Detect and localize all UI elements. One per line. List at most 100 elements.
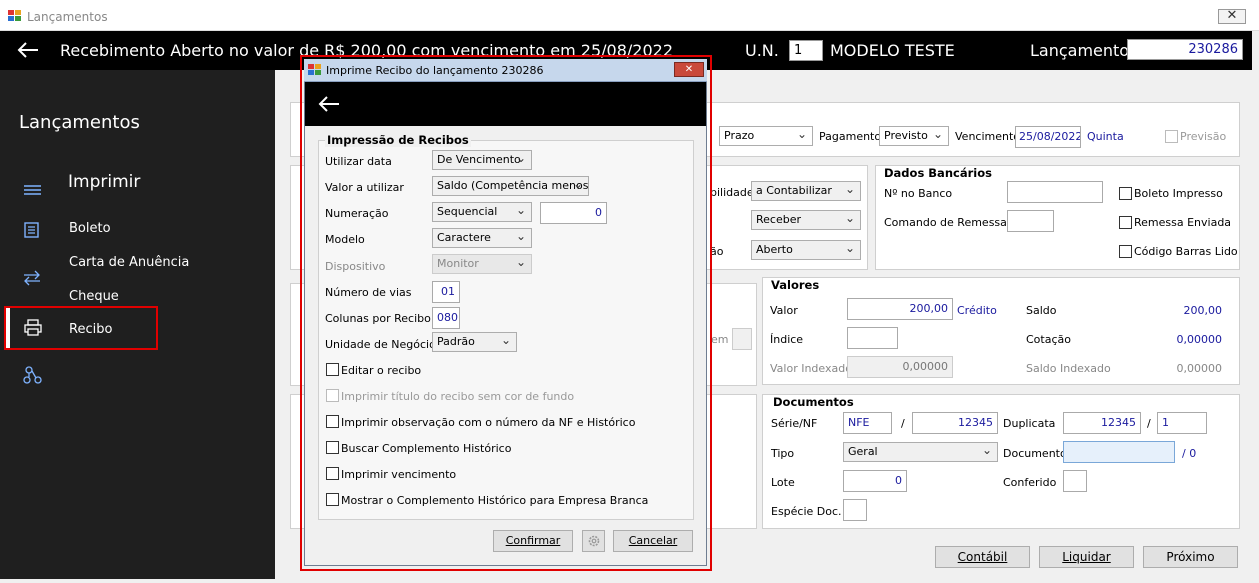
sidebar-item-label: Carta de Anuência: [69, 255, 190, 270]
saldo-label: Saldo: [1026, 304, 1057, 317]
dialog-close-button[interactable]: ✕: [674, 62, 704, 77]
window-titlebar: Lançamentos ✕: [0, 0, 1259, 31]
hamburger-icon[interactable]: [23, 183, 43, 197]
modelo-select[interactable]: Caractere: [432, 228, 532, 248]
contabilizar-select[interactable]: a Contabilizar: [751, 181, 861, 201]
previsao-checkbox[interactable]: [1165, 130, 1178, 143]
no-banco-input[interactable]: [1007, 181, 1103, 203]
sidebar-title: Lançamentos: [19, 112, 140, 133]
saldo-indexado-label: Saldo Indexado: [1026, 362, 1111, 375]
proximo-label: Próximo: [1166, 550, 1215, 564]
active-indicator: [6, 308, 10, 348]
lote-input[interactable]: 0: [843, 470, 907, 492]
documento-input[interactable]: [1063, 441, 1175, 463]
sidebar-item-cheque[interactable]: Cheque: [0, 284, 275, 308]
dialog-title: Imprime Recibo do lançamento 230286: [326, 64, 544, 77]
sidebar-item-label: Boleto: [69, 221, 111, 236]
comando-input[interactable]: [1007, 210, 1054, 232]
imprimir-vencimento-label: Imprimir vencimento: [341, 468, 457, 481]
contabilidade-label: bilidade: [710, 186, 754, 199]
frag-label: em: [711, 333, 729, 346]
colunas-input[interactable]: 080: [432, 307, 460, 329]
liquidar-button[interactable]: Liquidar: [1039, 546, 1134, 568]
boleto-impresso-checkbox[interactable]: [1119, 187, 1132, 200]
comando-label: Comando de Remessa: [884, 216, 1007, 229]
settings-button[interactable]: [582, 530, 605, 552]
window-title: Lançamentos: [27, 10, 108, 24]
vencimento-input[interactable]: 25/08/2022: [1015, 126, 1081, 148]
sidebar-item-boleto[interactable]: Boleto: [0, 216, 275, 240]
serie-input[interactable]: NFE: [843, 412, 892, 434]
sidebar-item-label: Cheque: [69, 289, 119, 304]
unidade-select[interactable]: Padrão: [432, 332, 517, 352]
frag-input[interactable]: [732, 328, 752, 350]
confirmar-button[interactable]: Confirmar: [493, 530, 573, 552]
printer-icon: [24, 319, 42, 336]
vias-input[interactable]: 01: [432, 281, 460, 303]
sidebar-item-label: Recibo: [69, 322, 113, 337]
pagamento-label: Pagamento: [819, 130, 882, 143]
tipo-select[interactable]: Geral: [843, 442, 998, 462]
valores-title: Valores: [771, 278, 820, 292]
serie-slash: /: [901, 417, 905, 430]
un-input[interactable]: 1: [789, 40, 823, 61]
numeracao-input[interactable]: 0: [540, 202, 607, 224]
valor-input[interactable]: 200,00: [847, 298, 953, 320]
proximo-button[interactable]: Próximo: [1143, 546, 1238, 568]
complemento-empresa-branca-label: Mostrar o Complemento Histórico para Emp…: [341, 494, 649, 507]
receber-select[interactable]: Receber: [751, 210, 861, 230]
aberto-select[interactable]: Aberto: [751, 240, 861, 260]
lote-label: Lote: [771, 476, 795, 489]
cotacao-value: 0,00000: [1176, 333, 1223, 346]
dialog-header: [305, 82, 706, 126]
gear-icon: [588, 535, 600, 547]
back-arrow-icon[interactable]: [17, 41, 39, 59]
complemento-empresa-branca-checkbox[interactable]: [326, 493, 339, 506]
numeracao-select[interactable]: Sequencial: [432, 202, 532, 222]
conferido-label: Conferido: [1003, 476, 1057, 489]
duplicata-label: Duplicata: [1003, 417, 1056, 430]
indice-input[interactable]: [847, 327, 898, 349]
observacao-nf-checkbox[interactable]: [326, 415, 339, 428]
numeracao-label: Numeração: [325, 207, 389, 220]
documento-label: Documento: [1003, 447, 1067, 460]
cancelar-button[interactable]: Cancelar: [613, 530, 693, 552]
valor-utilizar-label: Valor a utilizar: [325, 181, 404, 194]
prazo-select[interactable]: Prazo: [719, 126, 813, 146]
especie-input[interactable]: [843, 499, 867, 521]
dispositivo-select: Monitor: [432, 254, 532, 274]
remessa-enviada-checkbox[interactable]: [1119, 216, 1132, 229]
lancamento-input[interactable]: 230286: [1127, 39, 1243, 60]
duplicata-input[interactable]: 12345: [1063, 412, 1141, 434]
tipo-label: Tipo: [771, 447, 795, 460]
liquidar-label: Liquidar: [1062, 550, 1111, 564]
vencimento-day: Quinta: [1087, 130, 1124, 143]
remessa-enviada-label: Remessa Enviada: [1134, 216, 1232, 229]
parcela-input[interactable]: 1: [1157, 412, 1207, 434]
app-icon: [308, 64, 321, 75]
sidebar-item-recibo[interactable]: Recibo: [4, 306, 158, 350]
codigo-barras-checkbox[interactable]: [1119, 245, 1132, 258]
impressao-group-title: Impressão de Recibos: [325, 133, 471, 147]
back-arrow-icon[interactable]: [318, 95, 340, 113]
company-name: MODELO TESTE: [830, 41, 955, 60]
workflow-icon: [23, 366, 42, 384]
nf-input[interactable]: 12345: [912, 412, 998, 434]
editar-recibo-checkbox[interactable]: [326, 363, 339, 376]
colunas-label: Colunas por Recibo: [325, 312, 431, 325]
conferido-input[interactable]: [1063, 470, 1087, 492]
imprimir-vencimento-checkbox[interactable]: [326, 467, 339, 480]
editar-recibo-label: Editar o recibo: [341, 364, 422, 377]
pagamento-select[interactable]: Previsto: [879, 126, 949, 146]
modelo-label: Modelo: [325, 233, 365, 246]
buscar-complemento-checkbox[interactable]: [326, 441, 339, 454]
titulo-sem-cor-label: Imprimir título do recibo sem cor de fun…: [341, 390, 575, 403]
utilizar-data-select[interactable]: De Vencimento: [432, 150, 532, 170]
sidebar-item-workflow[interactable]: [0, 362, 275, 388]
document-icon: [24, 222, 39, 238]
valor-utilizar-select[interactable]: Saldo (Competência menos d: [432, 176, 589, 196]
window-close-button[interactable]: ✕: [1218, 9, 1246, 24]
contabil-button[interactable]: Contábil: [935, 546, 1030, 568]
sidebar: Lançamentos Imprimir Boleto Carta de Anu…: [0, 70, 275, 579]
sidebar-item-carta-anuencia[interactable]: Carta de Anuência: [0, 250, 275, 286]
